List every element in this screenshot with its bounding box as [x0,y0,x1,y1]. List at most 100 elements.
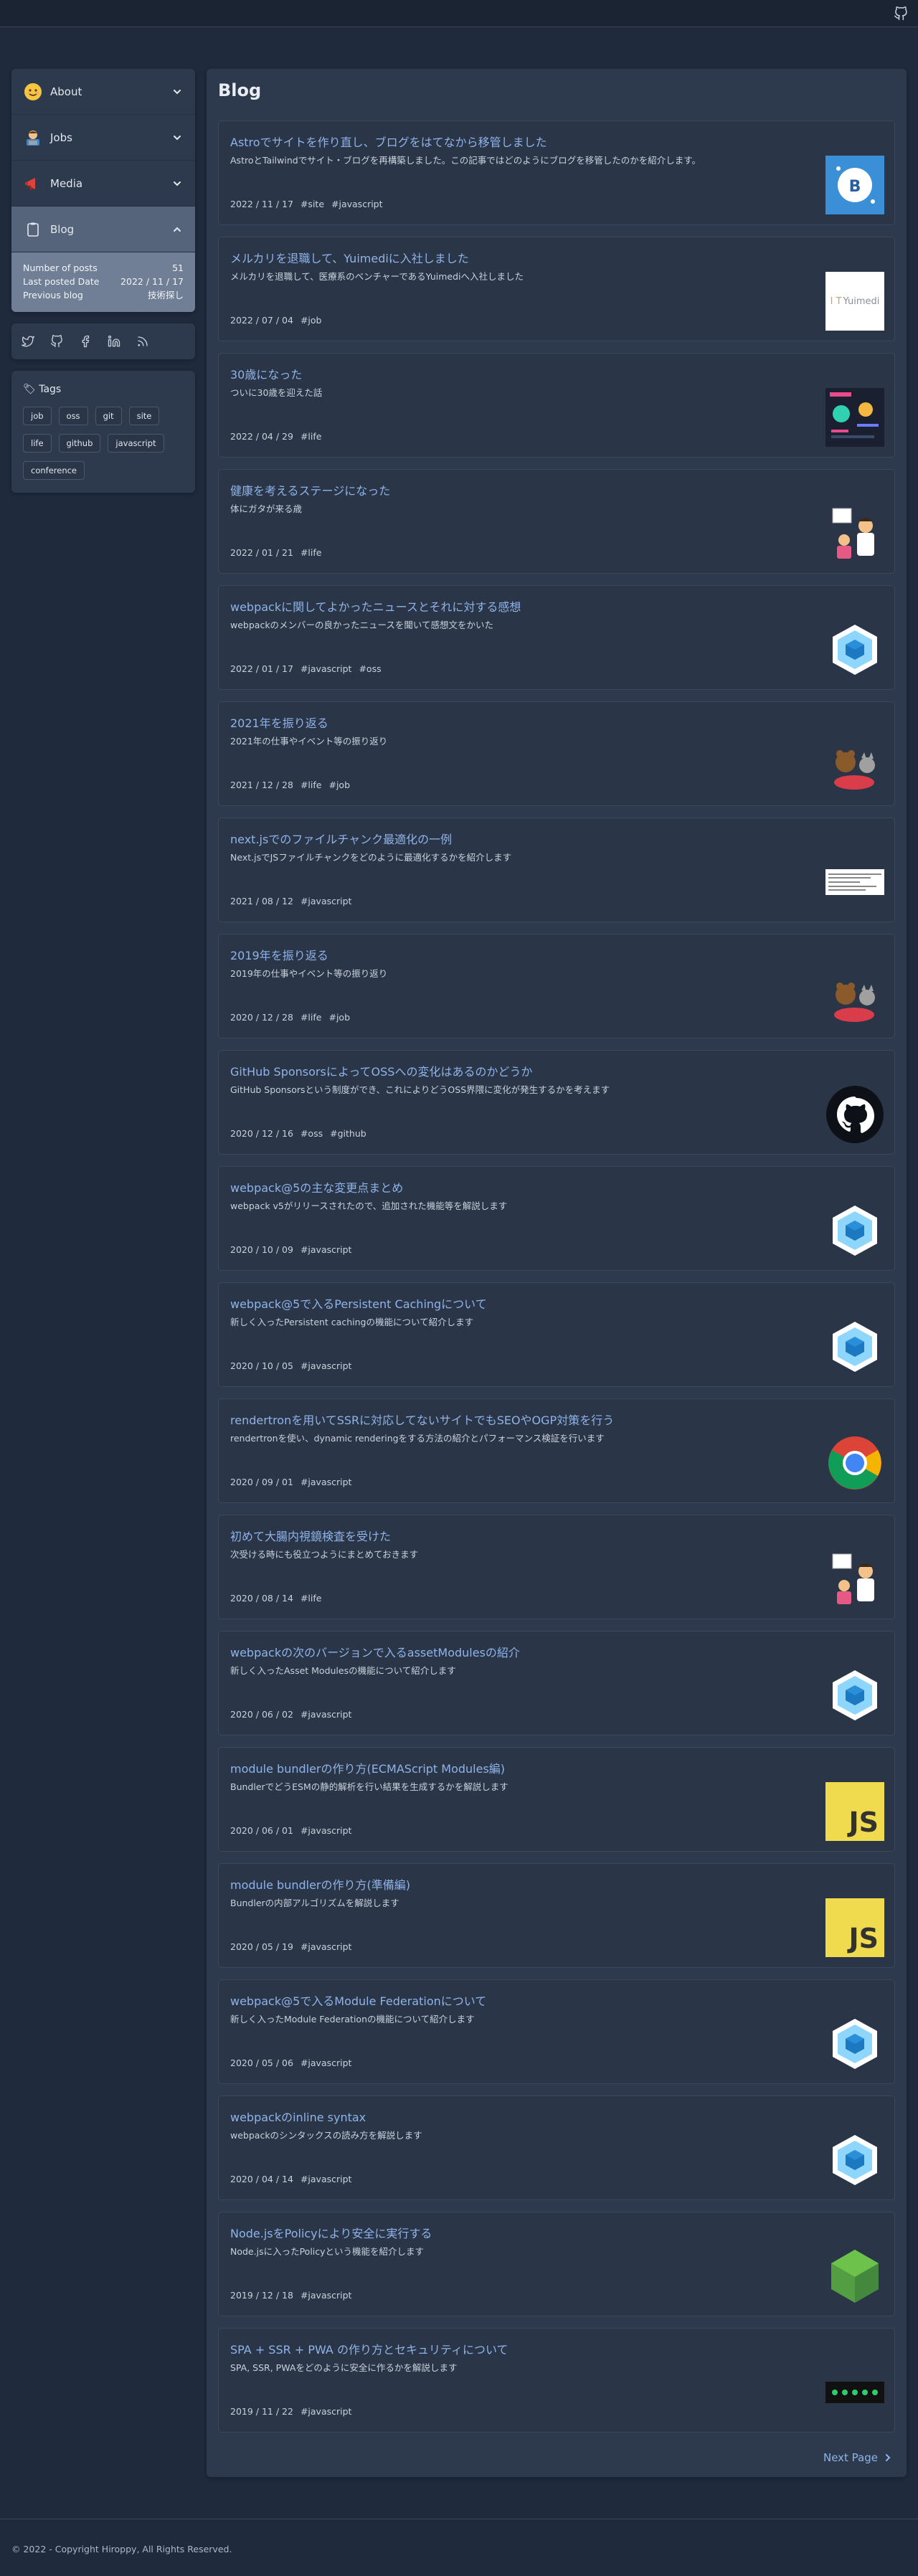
post-tag[interactable]: #javascript [301,1709,352,1720]
post-tag[interactable]: #javascript [301,2174,352,2184]
post-title-link[interactable]: module bundlerの作り方(ECMAScript Modules編) [230,1759,505,1776]
post-tag[interactable]: #life [301,1012,322,1023]
post-description: 体にガタが来る歳 [230,503,303,514]
post-title-link[interactable]: Astroでサイトを作り直し、ブログをはてなから移管しました [230,133,547,150]
post-tag[interactable]: #javascript [301,1477,352,1487]
tag-job[interactable]: job [23,407,52,425]
post-title-link[interactable]: webpackの次のバージョンで入るassetModulesの紹介 [230,1643,520,1660]
blog-post-card[interactable]: module bundlerの作り方(準備編) Bundlerの内部アルゴリズムを… [218,1863,895,1968]
smiling-face-icon [23,82,43,102]
blog-info-key: Previous blog [23,290,83,300]
post-tag[interactable]: #javascript [301,896,352,906]
post-title-link[interactable]: webpack@5で入るPersistent Cachingについて [230,1294,487,1312]
tags-title: 🏷 Tags [23,384,62,395]
post-tag[interactable]: #job [301,315,322,326]
twitter-icon[interactable] [22,335,34,348]
github-icon[interactable] [50,335,63,348]
linkedin-icon[interactable] [108,335,120,348]
tag-git[interactable]: git [95,407,122,425]
github-icon[interactable] [894,6,908,21]
blog-info-panel: Number of posts 51 Last posted Date 2022 /… [11,252,195,312]
post-tag[interactable]: #job [328,1012,350,1023]
post-tag[interactable]: #life [301,1593,322,1604]
footer: © 2022 - Copyright Hiroppy, All Rights R… [0,2519,918,2576]
blog-post-card[interactable]: webpack@5で入るModule Federationについて 新しく入ったM… [218,1979,895,2084]
post-title-link[interactable]: 30歳になった [230,365,302,382]
post-tag[interactable]: #javascript [301,2058,352,2068]
blog-post-card[interactable]: GitHub SponsorsによってOSSへの変化はあるのかどうか GitHub… [218,1050,895,1155]
blog-post-card[interactable]: 2021年を振り返る 2021年の仕事やイベント等の振り返り 2021 / 12 /… [218,701,895,806]
rss-icon[interactable] [136,335,149,348]
blog-post-card[interactable]: rendertronを用いてSSRに対応してないサイトでもSEOやOGP対策を行… [218,1398,895,1503]
post-title-link[interactable]: webpackのinline syntax [230,2108,366,2125]
post-tag[interactable]: #javascript [301,1825,352,1836]
post-date: 2022 / 07 / 04 [230,315,293,326]
blog-post-card[interactable]: Node.jsをPolicyにより安全に実行する Node.jsに入ったPolic… [218,2212,895,2316]
post-tag[interactable]: #life [301,780,322,790]
blog-post-card[interactable]: 初めて大腸内視鏡検査を受けた 次受ける時にも役立つようにまとめておきます 2020 … [218,1515,895,1619]
sidebar-item-blog[interactable]: Blog [11,207,195,252]
post-tag[interactable]: #javascript [301,2406,352,2417]
post-tag[interactable]: #javascript [301,663,352,674]
blog-post-card[interactable]: webpack@5で入るPersistent Cachingについて 新しく入った… [218,1282,895,1387]
post-title-link[interactable]: rendertronを用いてSSRに対応してないサイトでもSEOやOGP対策を行… [230,1411,614,1428]
post-title-link[interactable]: 2021年を振り返る [230,714,328,731]
blog-post-card[interactable]: webpackに関してよかったニュースとそれに対する感想 webpackのメンバー… [218,585,895,690]
tag-life[interactable]: life [23,434,52,453]
post-title-link[interactable]: 2019年を振り返る [230,946,328,963]
post-tag[interactable]: #life [301,431,322,442]
post-tag[interactable]: #javascript [301,2290,352,2301]
post-title-link[interactable]: Node.jsをPolicyにより安全に実行する [230,2224,432,2241]
post-tag[interactable]: #javascript [331,199,383,209]
blog-post-card[interactable]: Astroでサイトを作り直し、ブログをはてなから移管しました AstroとTail… [218,120,895,225]
tag-site[interactable]: site [128,407,160,425]
blog-post-card[interactable]: SPA + SSR + PWA の作り方とセキュリティについて SPA, SSR,… [218,2328,895,2433]
post-tag[interactable]: #github [330,1128,366,1139]
post-tag[interactable]: #job [328,780,350,790]
blog-info-row: Number of posts 51 [23,261,184,275]
post-title-link[interactable]: 初めて大腸内視鏡検査を受けた [230,1527,391,1544]
post-tag[interactable]: #oss [359,663,381,674]
sidebar-item-media[interactable]: Media [11,161,195,207]
blog-post-card[interactable]: next.jsでのファイルチャンク最適化の一例 Next.jsでJSファイルチャン… [218,818,895,922]
blog-post-card[interactable]: webpackのinline syntax webpackのシンタックスの読み方を… [218,2096,895,2200]
post-title-link[interactable]: SPA + SSR + PWA の作り方とセキュリティについて [230,2340,508,2357]
post-description: 2019年の仕事やイベント等の振り返り [230,968,388,979]
blog-post-card[interactable]: 30歳になった ついに30歳を迎えた話 2022 / 04 / 29 #life [218,353,895,458]
post-tag[interactable]: #site [301,199,324,209]
post-title-link[interactable]: webpackに関してよかったニュースとそれに対する感想 [230,597,521,615]
post-tag[interactable]: #javascript [301,1244,352,1255]
post-tag[interactable]: #life [301,547,322,558]
post-title-link[interactable]: module bundlerの作り方(準備編) [230,1875,410,1893]
blog-post-card[interactable]: webpackの次のバージョンで入るassetModulesの紹介 新しく入ったA… [218,1631,895,1736]
sidebar-item-jobs[interactable]: Jobs [11,115,195,161]
tag-github[interactable]: github [58,434,101,453]
post-tag[interactable]: #javascript [301,1941,352,1952]
blog-post-card[interactable]: webpack@5の主な変更点まとめ webpack v5がリリースされたので、追… [218,1166,895,1271]
post-title-link[interactable]: メルカリを退職して、Yuimediに入社しました [230,249,469,266]
post-title-link[interactable]: webpack@5の主な変更点まとめ [230,1178,403,1195]
dashboard-image [825,388,884,447]
blog-info-value: 51 [172,262,184,273]
tag-javascript[interactable]: javascript [108,434,164,453]
previous-blog-link[interactable]: 技術探し [148,288,184,302]
post-tag[interactable]: #oss [301,1128,323,1139]
post-meta: 2020 / 10 / 09 #javascript [230,1244,359,1255]
post-title-link[interactable]: 健康を考えるステージになった [230,481,390,498]
github-logo [825,1085,884,1144]
facebook-icon[interactable] [79,335,92,348]
post-title-link[interactable]: next.jsでのファイルチャンク最適化の一例 [230,830,452,847]
next-page-link[interactable]: Next Page [823,2451,892,2464]
post-title-link[interactable]: webpack@5で入るModule Federationについて [230,1992,486,2009]
post-date: 2020 / 12 / 28 [230,1012,293,1023]
blog-post-card[interactable]: メルカリを退職して、Yuimediに入社しました メルカリを退職して、医療系のベン… [218,237,895,341]
post-description: Node.jsに入ったPolicyという機能を紹介します [230,2246,425,2257]
tag-oss[interactable]: oss [58,407,88,425]
blog-post-card[interactable]: 健康を考えるステージになった 体にガタが来る歳 2022 / 01 / 21 #lif… [218,469,895,574]
blog-post-card[interactable]: module bundlerの作り方(ECMAScript Modules編) B… [218,1747,895,1852]
post-tag[interactable]: #javascript [301,1360,352,1371]
blog-post-card[interactable]: 2019年を振り返る 2019年の仕事やイベント等の振り返り 2020 / 12 /… [218,934,895,1038]
tag-conference[interactable]: conference [23,461,85,480]
post-title-link[interactable]: GitHub SponsorsによってOSSへの変化はあるのかどうか [230,1062,532,1079]
sidebar-item-about[interactable]: About [11,69,195,115]
